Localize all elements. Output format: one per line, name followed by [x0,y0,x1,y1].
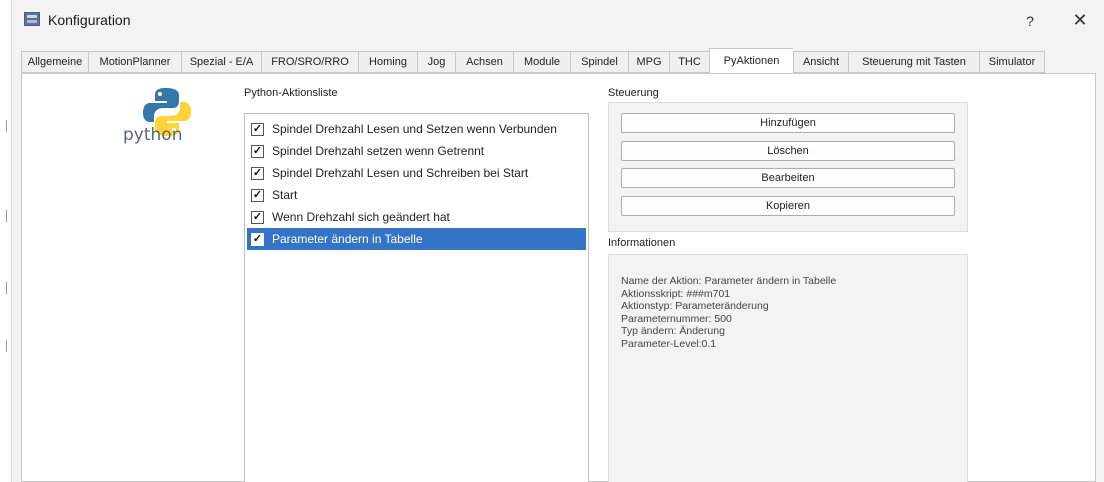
list-item[interactable]: ✓ Wenn Drehzahl sich geändert hat [247,206,586,228]
tab-ansicht[interactable]: Ansicht [793,51,848,73]
close-button[interactable]: ✕ [1066,9,1094,33]
tab-spezial-ea[interactable]: Spezial - E/A [181,51,261,73]
list-item-selected[interactable]: ✓ Parameter ändern in Tabelle [247,228,586,250]
action-list-label: Python-Aktionsliste [244,87,338,99]
tab-fro-sro-rro[interactable]: FRO/SRO/RRO [261,51,358,73]
list-item-label: Wenn Drehzahl sich geändert hat [272,210,450,224]
info-line: Aktionsskript: ###m701 [621,287,731,300]
edge-mark [6,120,7,132]
info-line: Aktionstyp: Parameteränderung [621,300,769,313]
tab-bar: Allgemeine MotionPlanner Spezial - E/A F… [21,48,1045,73]
control-group: Hinzufügen Löschen Bearbeiten Kopieren [608,102,968,232]
pyaktionen-page: python Python-Aktionsliste ✓ Spindel Dre… [21,73,1096,482]
info-line: Parameter-Level:0.1 [621,337,717,350]
tab-pyaktionen[interactable]: PyAktionen [709,48,793,73]
configuration-dialog: Konfiguration ? ✕ Allgemeine MotionPlann… [11,0,1104,482]
tab-module[interactable]: Module [513,51,570,73]
list-item[interactable]: ✓ Spindel Drehzahl Lesen und Setzen wenn… [247,118,586,140]
tab-allgemeine[interactable]: Allgemeine [21,51,88,73]
tab-spindel[interactable]: Spindel [570,51,628,73]
tab-simulator[interactable]: Simulator [979,51,1045,73]
checkbox[interactable]: ✓ [251,232,264,246]
app-icon [24,12,40,26]
copy-button[interactable]: Kopieren [621,196,955,216]
tab-motionplanner[interactable]: MotionPlanner [88,51,181,73]
tab-mpg[interactable]: MPG [628,51,669,73]
info-line: Parameternummer: 500 [621,312,732,325]
control-group-label: Steuerung [608,87,659,99]
title-bar[interactable]: Konfiguration ? ✕ [12,0,1104,40]
list-item[interactable]: ✓ Start [247,184,586,206]
window-title: Konfiguration [48,12,131,28]
info-line: Name der Aktion: Parameter ändern in Tab… [621,275,837,287]
tab-achsen[interactable]: Achsen [455,51,513,73]
tab-steuerung-mit-tasten[interactable]: Steuerung mit Tasten [848,51,979,73]
tab-homing[interactable]: Homing [358,51,417,73]
info-text: Name der Aktion: Parameter ändern in Tab… [621,275,836,351]
list-item-label: Parameter ändern in Tabelle [272,232,423,246]
edge-mark [6,340,7,352]
info-line: Typ ändern: Änderung [621,325,725,338]
delete-button[interactable]: Löschen [621,141,955,161]
checkbox[interactable]: ✓ [251,122,264,136]
checkbox[interactable]: ✓ [251,210,264,224]
info-panel: Name der Aktion: Parameter ändern in Tab… [608,254,968,482]
list-item-label: Start [272,188,298,202]
edit-button[interactable]: Bearbeiten [621,168,955,188]
list-item-label: Spindel Drehzahl Lesen und Schreiben bei… [272,166,529,180]
help-button[interactable]: ? [1018,9,1042,33]
checkbox[interactable]: ✓ [251,188,264,202]
tab-thc[interactable]: THC [669,51,709,73]
checkbox[interactable]: ✓ [251,144,264,158]
list-item[interactable]: ✓ Spindel Drehzahl Lesen und Schreiben b… [247,162,586,184]
edge-mark [6,282,7,294]
tab-jog[interactable]: Jog [417,51,455,73]
checkbox[interactable]: ✓ [251,166,264,180]
info-group-label: Informationen [608,237,676,249]
list-item-label: Spindel Drehzahl Lesen und Setzen wenn V… [272,122,557,136]
python-wordmark: python [123,125,183,145]
action-list[interactable]: ✓ Spindel Drehzahl Lesen und Setzen wenn… [244,113,589,482]
edge-mark [6,210,7,222]
list-item[interactable]: ✓ Spindel Drehzahl setzen wenn Getrennt [247,140,586,162]
background-window-edge [0,0,10,482]
list-item-label: Spindel Drehzahl setzen wenn Getrennt [272,144,485,158]
add-button[interactable]: Hinzufügen [621,113,955,133]
